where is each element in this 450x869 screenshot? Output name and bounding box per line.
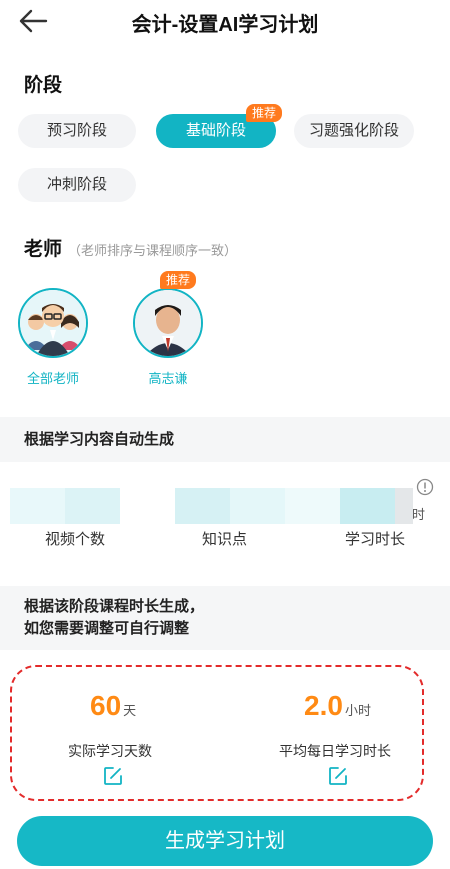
edit-icon[interactable] [103,766,123,786]
auto-section-header: 根据学习内容自动生成 [0,417,450,462]
stage-chip-label: 预习阶段 [46,122,107,139]
adjust-line-1: 根据该阶段课程时长生成， [24,598,205,615]
teacher-all[interactable]: 全部老师 [8,288,98,387]
study-days-label: 实际学习天数 [68,743,152,759]
stat-value-placeholder [10,488,65,524]
teacher-name: 高志谦 [148,371,188,386]
stage-chip-basic[interactable]: 基础阶段 推荐 [156,104,282,148]
info-icon[interactable] [416,478,434,496]
teacher-section-title: 老师 （老师排序与课程顺序一致） [24,234,237,261]
teacher-subtitle: （老师排序与课程顺序一致） [68,243,238,258]
adjust-section-header: 根据该阶段课程时长生成， 如您需要调整可自行调整 [0,586,450,650]
stage-chip-label: 冲刺阶段 [46,176,107,193]
teacher-portrait-icon [135,290,201,356]
adjust-line-2: 如您需要调整可自行调整 [24,620,190,637]
teacher-title: 老师 [24,239,63,260]
hidden-unit-fragment: 时 [412,507,426,522]
stat-value-placeholder [230,488,285,524]
stat-value-placeholder [285,488,340,524]
stage-section-title: 阶段 [24,75,63,96]
metric-value: 2.0 [304,690,343,721]
teacher-name: 全部老师 [26,371,79,386]
stat-label-videos: 视频个数 [45,531,106,548]
stat-label-knowledge: 知识点 [202,531,248,548]
teacher-gao[interactable]: 推荐 高志谦 [123,271,213,387]
stat-label-duration: 学习时长 [345,531,406,548]
metric-unit: 小时 [344,703,371,718]
stat-value-placeholder [340,488,395,524]
stage-chip-label: 习题强化阶段 [308,122,399,139]
study-days-value: 60 天 [90,690,136,722]
stage-chip-label: 基础阶段 [185,122,246,139]
stat-value-placeholder [395,488,413,524]
stat-value-placeholder [175,488,230,524]
edit-icon[interactable] [328,766,348,786]
daily-hours-value: 2.0 小时 [304,690,371,722]
generate-plan-button[interactable]: 生成学习计划 [17,816,433,866]
recommend-badge: 推荐 [245,104,282,122]
group-avatar-icon [20,290,86,356]
avatar [133,288,203,358]
header: 会计-设置AI学习计划 [0,0,450,44]
avatar [18,288,88,358]
stage-chip-preview[interactable]: 预习阶段 [18,114,136,148]
metric-value: 60 [90,690,122,721]
stage-chip-sprint[interactable]: 冲刺阶段 [18,168,136,202]
auto-section-title: 根据学习内容自动生成 [24,431,175,448]
daily-hours-label: 平均每日学习时长 [279,743,391,759]
stat-value-placeholder [65,488,120,524]
stage-chip-exercise[interactable]: 习题强化阶段 [294,114,414,148]
metrics-highlight-box [10,665,424,801]
page-title: 会计-设置AI学习计划 [131,14,319,36]
metric-unit: 天 [123,703,137,718]
recommend-badge: 推荐 [160,271,197,289]
